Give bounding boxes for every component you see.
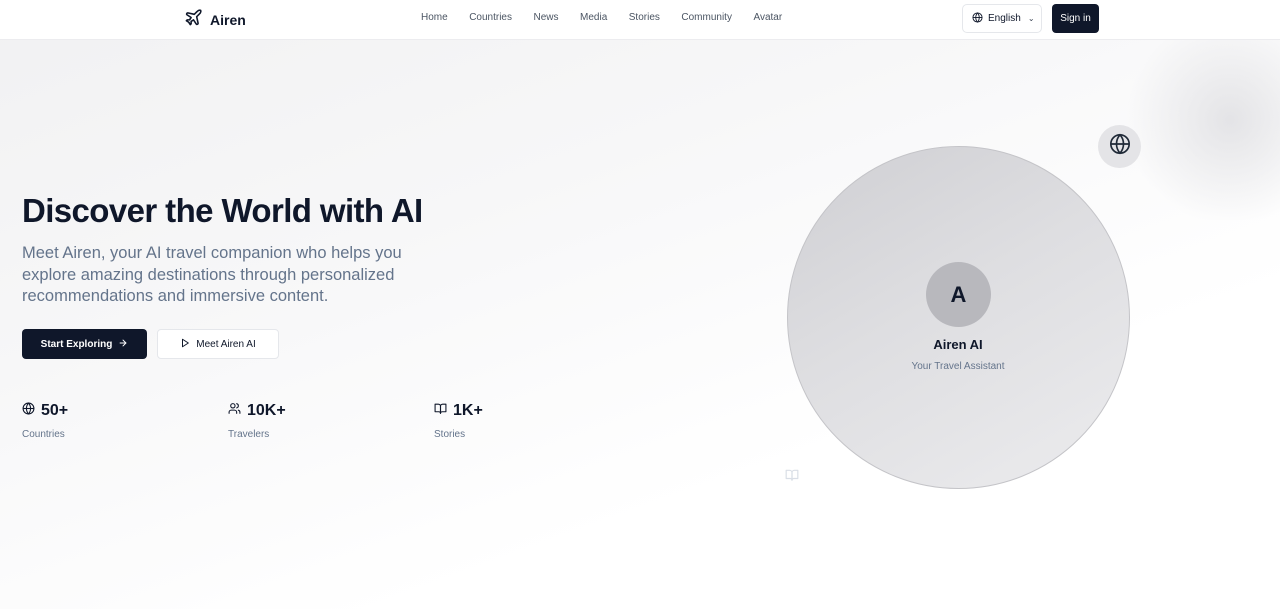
stat-value: 1K+ xyxy=(453,402,483,419)
globe-icon xyxy=(22,402,35,420)
stat-travelers: 10K+ Travelers xyxy=(228,402,286,440)
main-nav: Home Countries News Media Stories Commun… xyxy=(421,12,804,23)
globe-icon xyxy=(972,11,983,26)
nav-item-avatar[interactable]: Avatar xyxy=(753,12,782,23)
assistant-name: Airen AI xyxy=(933,337,983,352)
hero-title: Discover the World with AI xyxy=(22,192,423,229)
stat-countries: 50+ Countries xyxy=(22,402,68,440)
brand-logo[interactable]: Airen xyxy=(184,8,246,32)
stat-label: Stories xyxy=(434,429,466,440)
nav-item-media[interactable]: Media xyxy=(580,12,607,23)
nav-item-countries[interactable]: Countries xyxy=(469,12,512,23)
stat-label: Countries xyxy=(22,429,65,440)
start-exploring-label: Start Exploring xyxy=(40,338,113,350)
meet-airen-label: Meet Airen AI xyxy=(196,338,256,350)
stat-value: 50+ xyxy=(41,402,69,419)
language-label: English xyxy=(988,13,1021,24)
book-icon xyxy=(784,468,800,482)
plane-icon xyxy=(184,8,203,32)
globe-icon xyxy=(1109,133,1131,160)
meet-airen-button[interactable]: Meet Airen AI xyxy=(157,329,279,359)
stat-value: 10K+ xyxy=(247,402,286,419)
sign-in-button[interactable]: Sign in xyxy=(1052,4,1099,33)
assistant-role: Your Travel Assistant xyxy=(911,361,1005,372)
stat-label: Travelers xyxy=(228,429,270,440)
arrow-right-icon xyxy=(118,338,128,351)
language-selector[interactable]: English ⌄ xyxy=(962,4,1042,33)
start-exploring-button[interactable]: Start Exploring xyxy=(22,329,147,359)
play-icon xyxy=(180,338,190,351)
book-icon xyxy=(434,402,447,420)
globe-floating-button[interactable] xyxy=(1098,125,1141,168)
nav-item-news[interactable]: News xyxy=(534,12,559,23)
assistant-avatar[interactable]: A xyxy=(926,262,991,327)
nav-item-community[interactable]: Community xyxy=(681,12,732,23)
nav-item-home[interactable]: Home xyxy=(421,12,448,23)
users-icon xyxy=(228,402,241,420)
hero-subtitle: Meet Airen, your AI travel companion who… xyxy=(22,244,402,305)
background-glow xyxy=(1120,20,1280,220)
chevron-down-icon: ⌄ xyxy=(1027,14,1035,23)
stat-stories: 1K+ Stories xyxy=(434,402,483,440)
top-navbar: Airen Home Countries News Media Stories … xyxy=(0,0,1280,40)
brand-name: Airen xyxy=(210,12,246,28)
nav-item-stories[interactable]: Stories xyxy=(629,12,660,23)
